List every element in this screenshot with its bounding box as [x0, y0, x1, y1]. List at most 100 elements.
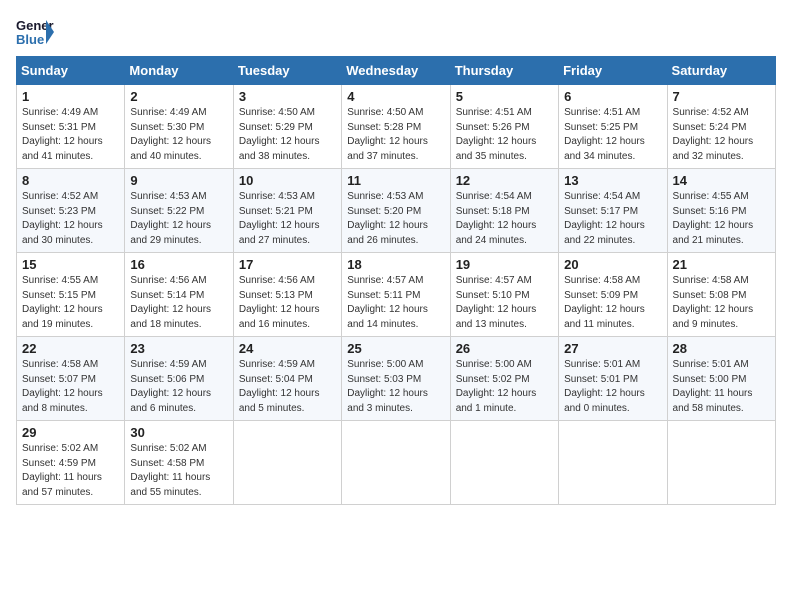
- weekday-header-thursday: Thursday: [450, 57, 558, 85]
- calendar-cell: 2 Sunrise: 4:49 AMSunset: 5:30 PMDayligh…: [125, 85, 233, 169]
- day-number: 30: [130, 425, 227, 440]
- day-detail: Sunrise: 4:56 AMSunset: 5:13 PMDaylight:…: [239, 275, 320, 330]
- day-number: 26: [456, 341, 553, 356]
- calendar-cell: 30 Sunrise: 5:02 AMSunset: 4:58 PMDaylig…: [125, 421, 233, 505]
- calendar-cell: 14 Sunrise: 4:55 AMSunset: 5:16 PMDaylig…: [667, 169, 775, 253]
- calendar-cell: 15 Sunrise: 4:55 AMSunset: 5:15 PMDaylig…: [17, 253, 125, 337]
- calendar-week-row: 8 Sunrise: 4:52 AMSunset: 5:23 PMDayligh…: [17, 169, 776, 253]
- day-number: 19: [456, 257, 553, 272]
- day-detail: Sunrise: 4:53 AMSunset: 5:21 PMDaylight:…: [239, 191, 320, 246]
- day-number: 6: [564, 89, 661, 104]
- calendar-cell: 1 Sunrise: 4:49 AMSunset: 5:31 PMDayligh…: [17, 85, 125, 169]
- day-number: 29: [22, 425, 119, 440]
- day-number: 18: [347, 257, 444, 272]
- day-number: 1: [22, 89, 119, 104]
- day-detail: Sunrise: 5:00 AMSunset: 5:02 PMDaylight:…: [456, 359, 537, 414]
- day-detail: Sunrise: 4:51 AMSunset: 5:26 PMDaylight:…: [456, 107, 537, 162]
- calendar-cell: 12 Sunrise: 4:54 AMSunset: 5:18 PMDaylig…: [450, 169, 558, 253]
- calendar-cell: 5 Sunrise: 4:51 AMSunset: 5:26 PMDayligh…: [450, 85, 558, 169]
- day-detail: Sunrise: 4:58 AMSunset: 5:09 PMDaylight:…: [564, 275, 645, 330]
- calendar-cell: [559, 421, 667, 505]
- day-detail: Sunrise: 4:54 AMSunset: 5:18 PMDaylight:…: [456, 191, 537, 246]
- day-number: 3: [239, 89, 336, 104]
- calendar-week-row: 29 Sunrise: 5:02 AMSunset: 4:59 PMDaylig…: [17, 421, 776, 505]
- day-number: 5: [456, 89, 553, 104]
- day-number: 12: [456, 173, 553, 188]
- day-detail: Sunrise: 4:59 AMSunset: 5:04 PMDaylight:…: [239, 359, 320, 414]
- day-number: 10: [239, 173, 336, 188]
- weekday-header-saturday: Saturday: [667, 57, 775, 85]
- day-number: 22: [22, 341, 119, 356]
- day-detail: Sunrise: 4:53 AMSunset: 5:22 PMDaylight:…: [130, 191, 211, 246]
- day-detail: Sunrise: 4:49 AMSunset: 5:30 PMDaylight:…: [130, 107, 211, 162]
- calendar-cell: 17 Sunrise: 4:56 AMSunset: 5:13 PMDaylig…: [233, 253, 341, 337]
- calendar-cell: 21 Sunrise: 4:58 AMSunset: 5:08 PMDaylig…: [667, 253, 775, 337]
- calendar-cell: 16 Sunrise: 4:56 AMSunset: 5:14 PMDaylig…: [125, 253, 233, 337]
- weekday-header-wednesday: Wednesday: [342, 57, 450, 85]
- svg-text:Blue: Blue: [16, 32, 44, 47]
- day-number: 23: [130, 341, 227, 356]
- calendar-cell: 18 Sunrise: 4:57 AMSunset: 5:11 PMDaylig…: [342, 253, 450, 337]
- day-detail: Sunrise: 4:55 AMSunset: 5:16 PMDaylight:…: [673, 191, 754, 246]
- day-detail: Sunrise: 4:57 AMSunset: 5:10 PMDaylight:…: [456, 275, 537, 330]
- day-detail: Sunrise: 4:52 AMSunset: 5:24 PMDaylight:…: [673, 107, 754, 162]
- day-number: 20: [564, 257, 661, 272]
- day-number: 28: [673, 341, 770, 356]
- calendar-week-row: 22 Sunrise: 4:58 AMSunset: 5:07 PMDaylig…: [17, 337, 776, 421]
- day-number: 21: [673, 257, 770, 272]
- day-number: 25: [347, 341, 444, 356]
- day-number: 11: [347, 173, 444, 188]
- day-detail: Sunrise: 5:01 AMSunset: 5:00 PMDaylight:…: [673, 359, 753, 414]
- weekday-header-sunday: Sunday: [17, 57, 125, 85]
- day-detail: Sunrise: 4:53 AMSunset: 5:20 PMDaylight:…: [347, 191, 428, 246]
- calendar-cell: 26 Sunrise: 5:00 AMSunset: 5:02 PMDaylig…: [450, 337, 558, 421]
- logo-icon: General Blue: [16, 16, 54, 48]
- calendar-cell: [233, 421, 341, 505]
- day-number: 17: [239, 257, 336, 272]
- calendar-cell: 4 Sunrise: 4:50 AMSunset: 5:28 PMDayligh…: [342, 85, 450, 169]
- page-header: General Blue: [16, 16, 776, 48]
- calendar-cell: 20 Sunrise: 4:58 AMSunset: 5:09 PMDaylig…: [559, 253, 667, 337]
- day-detail: Sunrise: 4:58 AMSunset: 5:07 PMDaylight:…: [22, 359, 103, 414]
- calendar-table: SundayMondayTuesdayWednesdayThursdayFrid…: [16, 56, 776, 505]
- day-number: 4: [347, 89, 444, 104]
- calendar-cell: 10 Sunrise: 4:53 AMSunset: 5:21 PMDaylig…: [233, 169, 341, 253]
- day-detail: Sunrise: 4:55 AMSunset: 5:15 PMDaylight:…: [22, 275, 103, 330]
- day-detail: Sunrise: 5:00 AMSunset: 5:03 PMDaylight:…: [347, 359, 428, 414]
- calendar-cell: 3 Sunrise: 4:50 AMSunset: 5:29 PMDayligh…: [233, 85, 341, 169]
- day-detail: Sunrise: 4:50 AMSunset: 5:28 PMDaylight:…: [347, 107, 428, 162]
- day-number: 13: [564, 173, 661, 188]
- calendar-cell: 25 Sunrise: 5:00 AMSunset: 5:03 PMDaylig…: [342, 337, 450, 421]
- weekday-header-tuesday: Tuesday: [233, 57, 341, 85]
- day-number: 15: [22, 257, 119, 272]
- calendar-body: 1 Sunrise: 4:49 AMSunset: 5:31 PMDayligh…: [17, 85, 776, 505]
- day-number: 7: [673, 89, 770, 104]
- day-detail: Sunrise: 5:01 AMSunset: 5:01 PMDaylight:…: [564, 359, 645, 414]
- day-number: 2: [130, 89, 227, 104]
- calendar-week-row: 1 Sunrise: 4:49 AMSunset: 5:31 PMDayligh…: [17, 85, 776, 169]
- calendar-cell: [450, 421, 558, 505]
- day-detail: Sunrise: 4:56 AMSunset: 5:14 PMDaylight:…: [130, 275, 211, 330]
- calendar-cell: 6 Sunrise: 4:51 AMSunset: 5:25 PMDayligh…: [559, 85, 667, 169]
- calendar-cell: 19 Sunrise: 4:57 AMSunset: 5:10 PMDaylig…: [450, 253, 558, 337]
- day-detail: Sunrise: 4:54 AMSunset: 5:17 PMDaylight:…: [564, 191, 645, 246]
- calendar-cell: 7 Sunrise: 4:52 AMSunset: 5:24 PMDayligh…: [667, 85, 775, 169]
- calendar-cell: 27 Sunrise: 5:01 AMSunset: 5:01 PMDaylig…: [559, 337, 667, 421]
- day-detail: Sunrise: 4:51 AMSunset: 5:25 PMDaylight:…: [564, 107, 645, 162]
- calendar-cell: [667, 421, 775, 505]
- day-number: 27: [564, 341, 661, 356]
- calendar-cell: 23 Sunrise: 4:59 AMSunset: 5:06 PMDaylig…: [125, 337, 233, 421]
- calendar-cell: 8 Sunrise: 4:52 AMSunset: 5:23 PMDayligh…: [17, 169, 125, 253]
- day-detail: Sunrise: 4:49 AMSunset: 5:31 PMDaylight:…: [22, 107, 103, 162]
- day-detail: Sunrise: 4:58 AMSunset: 5:08 PMDaylight:…: [673, 275, 754, 330]
- day-number: 16: [130, 257, 227, 272]
- day-number: 8: [22, 173, 119, 188]
- day-detail: Sunrise: 4:59 AMSunset: 5:06 PMDaylight:…: [130, 359, 211, 414]
- day-detail: Sunrise: 4:50 AMSunset: 5:29 PMDaylight:…: [239, 107, 320, 162]
- calendar-cell: 13 Sunrise: 4:54 AMSunset: 5:17 PMDaylig…: [559, 169, 667, 253]
- day-detail: Sunrise: 5:02 AMSunset: 4:59 PMDaylight:…: [22, 443, 102, 498]
- calendar-cell: [342, 421, 450, 505]
- calendar-cell: 28 Sunrise: 5:01 AMSunset: 5:00 PMDaylig…: [667, 337, 775, 421]
- weekday-header-friday: Friday: [559, 57, 667, 85]
- calendar-header-row: SundayMondayTuesdayWednesdayThursdayFrid…: [17, 57, 776, 85]
